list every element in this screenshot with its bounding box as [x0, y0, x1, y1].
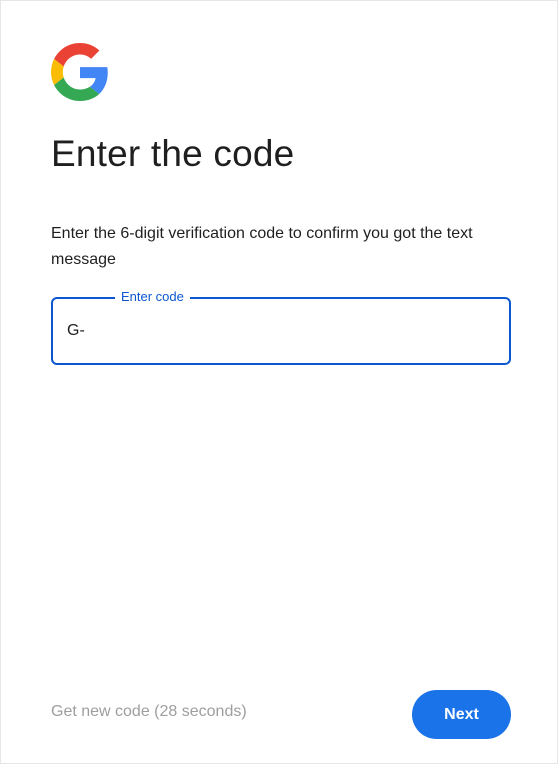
- get-new-code-link: Get new code (28 seconds): [51, 703, 247, 720]
- page-title: Enter the code: [51, 133, 295, 174]
- page-subtitle: Enter the 6-digit verification code to c…: [51, 225, 473, 268]
- code-field[interactable]: Enter code: [51, 288, 511, 365]
- next-button[interactable]: Next: [412, 690, 511, 739]
- google-logo-icon: [51, 43, 108, 101]
- verification-card: Enter the code Enter the 6-digit verific…: [0, 0, 558, 764]
- code-field-label: Enter code: [115, 288, 190, 306]
- code-input[interactable]: [67, 317, 487, 345]
